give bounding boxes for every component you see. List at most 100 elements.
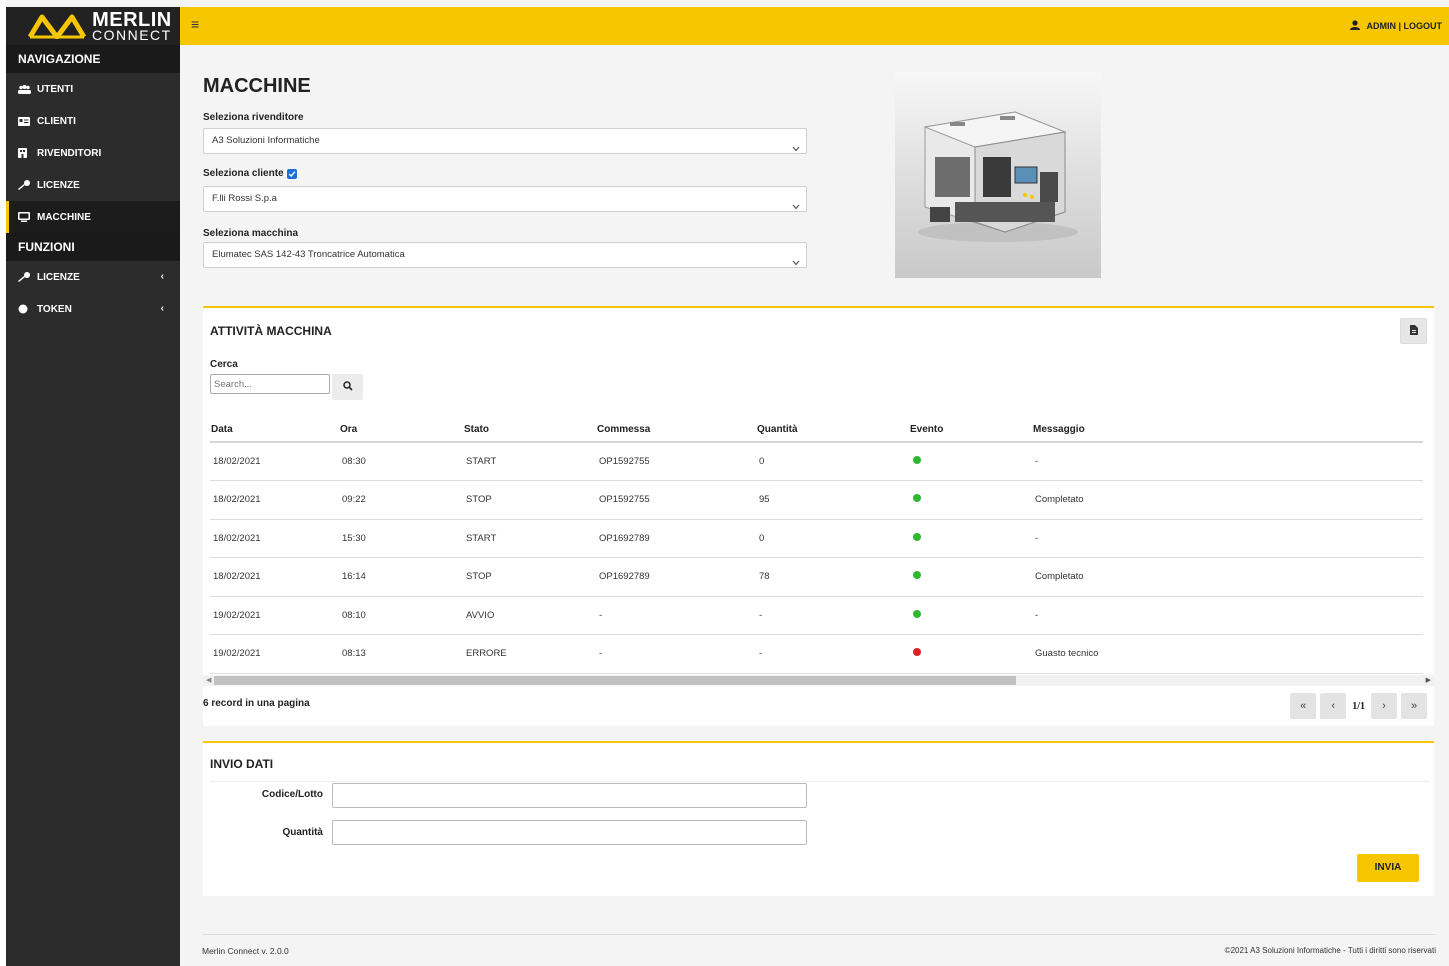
cell-data: 18/02/2021	[210, 480, 339, 520]
sidebar-item-label: RIVENDITORI	[37, 147, 102, 159]
cell-evento	[909, 519, 1032, 558]
cell-evento	[909, 442, 1032, 481]
user-logout-link[interactable]: ADMIN | LOGOUT	[1366, 21, 1442, 31]
cell-stato: STOP	[463, 557, 596, 597]
scroll-right-icon[interactable]: ▶	[1426, 676, 1431, 684]
code-label: Codice/Lotto	[261, 789, 323, 800]
hamburger-icon[interactable]: ≡	[191, 16, 199, 32]
sidebar-item-rivenditori[interactable]: RIVENDITORI	[6, 137, 180, 169]
scrollbar-thumb[interactable]	[214, 676, 1016, 685]
chevron-left-icon: ‹	[1331, 700, 1336, 712]
merlin-logo-icon	[28, 14, 86, 39]
table-row[interactable]: 19/02/2021 08:10 AVVIO - - -	[210, 596, 1423, 635]
machine-image	[895, 72, 1101, 278]
cell-data: 18/02/2021	[210, 519, 339, 558]
chevron-down-icon	[792, 138, 800, 162]
first-page-button[interactable]: «	[1290, 693, 1317, 719]
search-label: Cerca	[210, 359, 238, 370]
brand-logo[interactable]: MERLIN CONNECT	[6, 7, 180, 45]
cell-data: 18/02/2021	[210, 442, 339, 481]
table-row[interactable]: 19/02/2021 08:13 ERRORE - - Guasto tecnico	[210, 634, 1423, 674]
building-icon	[18, 148, 34, 158]
send-data-title: INVIO DATI	[210, 757, 274, 771]
sidebar-item-licenze-funzioni[interactable]: LICENZE ‹	[6, 261, 180, 293]
cell-commessa: OP1692789	[596, 519, 756, 558]
cell-ora: 09:22	[339, 480, 463, 520]
cell-ora: 16:14	[339, 557, 463, 597]
column-header-quantita[interactable]: Quantità	[756, 418, 909, 443]
code-input[interactable]	[332, 783, 807, 808]
column-header-data[interactable]: Data	[210, 418, 339, 443]
column-header-messaggio[interactable]: Messaggio	[1032, 418, 1423, 443]
column-header-evento[interactable]: Evento	[909, 418, 1032, 443]
double-chevron-left-icon: «	[1300, 700, 1307, 712]
column-header-ora[interactable]: Ora	[339, 418, 463, 443]
cell-stato: START	[463, 519, 596, 558]
cell-evento	[909, 596, 1032, 635]
cell-messaggio: -	[1032, 596, 1423, 635]
brand-name-bottom: CONNECT	[92, 27, 172, 43]
sidebar-item-label: LICENZE	[37, 271, 80, 283]
cell-messaggio: Completato	[1032, 480, 1423, 520]
status-dot-green	[913, 494, 921, 503]
status-dot-green	[913, 571, 921, 580]
scroll-left-icon[interactable]: ◀	[206, 676, 211, 684]
quantity-input[interactable]	[332, 820, 807, 845]
quantity-label: Quantità	[282, 827, 323, 838]
chevron-right-icon: ›	[1382, 700, 1386, 712]
cell-quantita: -	[756, 596, 909, 635]
reseller-selected-value: A3 Soluzioni Informatiche	[212, 135, 320, 146]
cell-quantita: 0	[756, 442, 909, 481]
table-header-row: Data Ora Stato Commessa Quantità Evento …	[210, 418, 1423, 443]
user-menu[interactable]: ADMIN | LOGOUT	[1350, 20, 1442, 32]
cell-messaggio: -	[1032, 519, 1423, 558]
cell-stato: ERRORE	[463, 634, 596, 674]
prev-page-button[interactable]: ‹	[1320, 693, 1347, 719]
cell-data: 19/02/2021	[210, 596, 339, 635]
table-row[interactable]: 18/02/2021 16:14 STOP OP1692789 78 Completato	[210, 557, 1423, 597]
sidebar-item-utenti[interactable]: UTENTI	[6, 73, 180, 105]
horizontal-scrollbar[interactable]: ◀ ▶	[203, 675, 1434, 686]
sidebar-item-label: MACCHINE	[37, 211, 91, 223]
cell-commessa: OP1692789	[596, 557, 756, 597]
reseller-label: Seleziona rivenditore	[203, 112, 304, 123]
sidebar-item-licenze[interactable]: LICENZE	[6, 169, 180, 201]
sidebar-item-token[interactable]: TOKEN ‹	[6, 293, 180, 325]
column-header-stato[interactable]: Stato	[463, 418, 596, 443]
table-row[interactable]: 18/02/2021 15:30 START OP1692789 0 -	[210, 519, 1423, 558]
sidebar-section-navigazione: NAVIGAZIONE	[6, 45, 180, 73]
record-info: 6 record in una pagina	[203, 698, 310, 709]
table-row[interactable]: 18/02/2021 08:30 START OP1592755 0 -	[210, 442, 1423, 481]
sidebar-item-macchine[interactable]: MACCHINE	[6, 201, 180, 233]
client-label: Seleziona cliente	[203, 168, 297, 179]
sidebar-item-label: TOKEN	[37, 303, 72, 315]
chevron-left-icon: ‹	[160, 271, 164, 282]
export-button[interactable]	[1400, 318, 1427, 344]
last-page-button[interactable]: »	[1401, 693, 1427, 719]
reseller-select[interactable]: A3 Soluzioni Informatiche	[203, 128, 807, 154]
cell-quantita: 0	[756, 519, 909, 558]
cell-evento	[909, 480, 1032, 520]
machine-select[interactable]: Elumatec SAS 142-43 Troncatrice Automati…	[203, 242, 807, 268]
cell-ora: 08:10	[339, 596, 463, 635]
client-select[interactable]: F.lli Rossi S.p.a	[203, 186, 807, 212]
activity-title: ATTIVITÀ MACCHINA	[210, 324, 332, 338]
divider	[210, 781, 1430, 782]
status-dot-green	[913, 609, 921, 618]
next-page-button[interactable]: ›	[1371, 693, 1397, 719]
double-chevron-right-icon: »	[1410, 700, 1418, 712]
cell-messaggio: Completato	[1032, 557, 1423, 597]
topbar: ≡ ADMIN | LOGOUT	[180, 7, 1449, 45]
search-button[interactable]	[332, 374, 363, 400]
table-row[interactable]: 18/02/2021 09:22 STOP OP1592755 95 Completato	[210, 480, 1423, 520]
sidebar-item-clienti[interactable]: CLIENTI	[6, 105, 180, 137]
cell-data: 18/02/2021	[210, 557, 339, 597]
page-title: MACCHINE	[203, 75, 311, 97]
client-checkbox[interactable]	[286, 168, 297, 179]
search-icon	[342, 380, 353, 394]
cell-evento	[909, 634, 1032, 674]
search-input[interactable]	[210, 374, 330, 394]
sidebar-item-label: CLIENTI	[37, 115, 76, 127]
submit-button[interactable]: INVIA	[1357, 854, 1419, 882]
column-header-commessa[interactable]: Commessa	[596, 418, 756, 443]
